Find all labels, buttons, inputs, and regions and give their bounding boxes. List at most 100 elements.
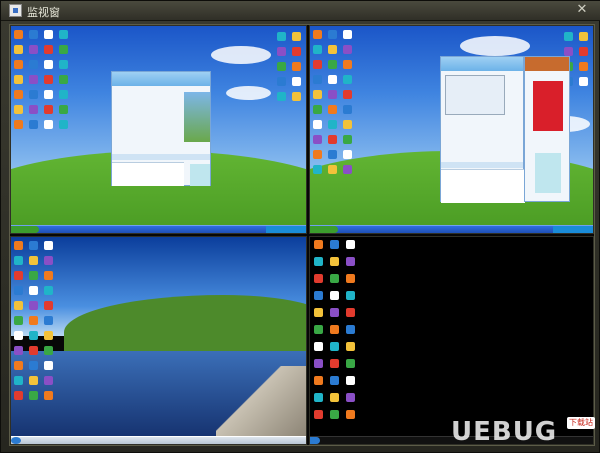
desktop-icon[interactable] bbox=[14, 45, 23, 54]
desktop-icon[interactable] bbox=[343, 165, 352, 174]
desktop-icon[interactable] bbox=[564, 47, 573, 56]
desktop-icon[interactable] bbox=[314, 240, 323, 249]
desktop-icon[interactable] bbox=[328, 75, 337, 84]
desktop-icon[interactable] bbox=[313, 165, 322, 174]
desktop-icon[interactable] bbox=[59, 90, 68, 99]
desktop-icon[interactable] bbox=[346, 410, 355, 419]
chat-input[interactable] bbox=[112, 162, 184, 186]
desktop-icon[interactable] bbox=[29, 391, 38, 400]
desktop-icon[interactable] bbox=[277, 47, 286, 56]
desktop-icon[interactable] bbox=[343, 75, 352, 84]
desktop-icon[interactable] bbox=[346, 325, 355, 334]
desktop-icon[interactable] bbox=[44, 60, 53, 69]
desktop-icon[interactable] bbox=[14, 331, 23, 340]
desktop-icon[interactable] bbox=[29, 376, 38, 385]
title-bar[interactable]: 监视窗 ✕ bbox=[1, 1, 600, 21]
desktop-icon[interactable] bbox=[313, 30, 322, 39]
desktop-icon[interactable] bbox=[314, 274, 323, 283]
desktop-icon[interactable] bbox=[14, 271, 23, 280]
desktop-icon[interactable] bbox=[313, 90, 322, 99]
desktop-icon[interactable] bbox=[330, 308, 339, 317]
desktop-icon[interactable] bbox=[29, 271, 38, 280]
desktop-icon[interactable] bbox=[29, 75, 38, 84]
desktop-icon[interactable] bbox=[44, 90, 53, 99]
desktop-icon[interactable] bbox=[330, 325, 339, 334]
desktop-icon[interactable] bbox=[330, 291, 339, 300]
desktop-icon[interactable] bbox=[314, 342, 323, 351]
chat-toolbar[interactable] bbox=[112, 154, 210, 160]
desktop-icon[interactable] bbox=[330, 393, 339, 402]
start-button[interactable] bbox=[310, 226, 338, 233]
desktop-icon[interactable] bbox=[44, 376, 53, 385]
chat-toolbar[interactable] bbox=[441, 162, 523, 168]
desktop-icon[interactable] bbox=[343, 135, 352, 144]
desktop-icon[interactable] bbox=[313, 150, 322, 159]
desktop-icon[interactable] bbox=[59, 30, 68, 39]
desktop-icon[interactable] bbox=[343, 30, 352, 39]
desktop-icon[interactable] bbox=[14, 120, 23, 129]
desktop-icon[interactable] bbox=[343, 120, 352, 129]
desktop-icon[interactable] bbox=[29, 331, 38, 340]
desktop-icon[interactable] bbox=[343, 60, 352, 69]
desktop-icon[interactable] bbox=[328, 120, 337, 129]
desktop-icon[interactable] bbox=[314, 257, 323, 266]
desktop-icon[interactable] bbox=[328, 165, 337, 174]
desktop-icon[interactable] bbox=[346, 274, 355, 283]
desktop-icon[interactable] bbox=[292, 77, 301, 86]
desktop-icon[interactable] bbox=[346, 376, 355, 385]
close-button[interactable]: ✕ bbox=[573, 2, 591, 18]
desktop-icon[interactable] bbox=[328, 60, 337, 69]
desktop-icon[interactable] bbox=[29, 60, 38, 69]
desktop-icon[interactable] bbox=[343, 150, 352, 159]
desktop-icon[interactable] bbox=[330, 257, 339, 266]
desktop-icon[interactable] bbox=[346, 308, 355, 317]
desktop-icon[interactable] bbox=[346, 240, 355, 249]
monitor-pane-3[interactable] bbox=[10, 236, 307, 445]
desktop-icon[interactable] bbox=[346, 359, 355, 368]
desktop-icon[interactable] bbox=[14, 346, 23, 355]
monitor-pane-4[interactable] bbox=[309, 236, 594, 445]
desktop-icon[interactable] bbox=[328, 135, 337, 144]
desktop-icon[interactable] bbox=[277, 32, 286, 41]
desktop-icon[interactable] bbox=[29, 45, 38, 54]
desktop-icon[interactable] bbox=[44, 120, 53, 129]
desktop-icon[interactable] bbox=[314, 393, 323, 402]
desktop-icon[interactable] bbox=[330, 359, 339, 368]
desktop-icon[interactable] bbox=[44, 105, 53, 114]
desktop-icon[interactable] bbox=[328, 30, 337, 39]
desktop-icon[interactable] bbox=[29, 316, 38, 325]
desktop-icon[interactable] bbox=[29, 256, 38, 265]
desktop-icon[interactable] bbox=[328, 150, 337, 159]
desktop-icon[interactable] bbox=[277, 92, 286, 101]
chat-input[interactable] bbox=[441, 169, 525, 203]
desktop-icon[interactable] bbox=[29, 301, 38, 310]
desktop-icon[interactable] bbox=[314, 308, 323, 317]
desktop-icon[interactable] bbox=[330, 410, 339, 419]
chat-window[interactable] bbox=[111, 71, 211, 186]
desktop-icon[interactable] bbox=[579, 62, 588, 71]
desktop-icon[interactable] bbox=[346, 342, 355, 351]
desktop-icon[interactable] bbox=[292, 47, 301, 56]
desktop-icon[interactable] bbox=[29, 361, 38, 370]
desktop-icon[interactable] bbox=[277, 62, 286, 71]
desktop-icon[interactable] bbox=[44, 286, 53, 295]
desktop-icon[interactable] bbox=[44, 75, 53, 84]
chat-window[interactable] bbox=[440, 56, 525, 203]
desktop-icon[interactable] bbox=[579, 32, 588, 41]
desktop-icon[interactable] bbox=[343, 90, 352, 99]
desktop-icon[interactable] bbox=[14, 361, 23, 370]
desktop-icon[interactable] bbox=[330, 240, 339, 249]
desktop-icon[interactable] bbox=[14, 241, 23, 250]
desktop-icon[interactable] bbox=[44, 391, 53, 400]
desktop-icon[interactable] bbox=[29, 30, 38, 39]
desktop-icon[interactable] bbox=[343, 45, 352, 54]
desktop-icon[interactable] bbox=[579, 77, 588, 86]
desktop-icon[interactable] bbox=[313, 135, 322, 144]
desktop-icon[interactable] bbox=[328, 105, 337, 114]
desktop-icon[interactable] bbox=[14, 316, 23, 325]
desktop-icon[interactable] bbox=[292, 32, 301, 41]
desktop-icon[interactable] bbox=[314, 376, 323, 385]
desktop-icon[interactable] bbox=[314, 291, 323, 300]
desktop-icon[interactable] bbox=[346, 257, 355, 266]
desktop-icon[interactable] bbox=[313, 105, 322, 114]
